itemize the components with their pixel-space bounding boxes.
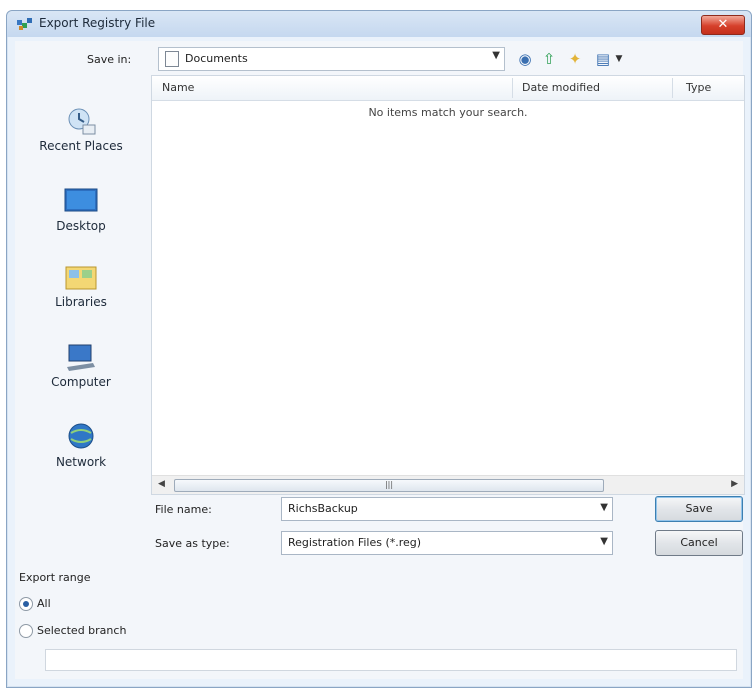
column-header-row: Name Date modified Type: [152, 76, 744, 101]
recent-places-icon: [68, 108, 96, 135]
view-menu-chevron-icon[interactable]: ▼: [609, 49, 629, 69]
title-bar[interactable]: Export Registry File ✕: [7, 11, 751, 37]
place-desktop[interactable]: Desktop: [15, 185, 147, 255]
column-date-modified[interactable]: Date modified: [522, 81, 600, 94]
save-in-value: Documents: [185, 52, 248, 65]
scrollbar-thumb[interactable]: |||: [174, 479, 604, 492]
horizontal-scrollbar[interactable]: ◀ ||| ▶: [152, 475, 744, 494]
export-registry-dialog: Export Registry File ✕ Save in: Document…: [6, 10, 752, 688]
place-network[interactable]: Network: [15, 421, 147, 491]
chevron-down-icon[interactable]: ▼: [600, 536, 608, 547]
save-in-label: Save in:: [87, 53, 132, 66]
place-label: Desktop: [56, 219, 106, 233]
selected-branch-field[interactable]: [45, 649, 737, 671]
place-recent-places[interactable]: Recent Places: [15, 105, 147, 175]
scroll-left-icon[interactable]: ◀: [158, 479, 165, 489]
file-name-value: RichsBackup: [288, 502, 358, 515]
close-icon: ✕: [717, 17, 729, 32]
save-in-row: Save in: Documents ▼ ◉ ⇧ ✦ ▤ ▼: [15, 45, 743, 73]
back-icon[interactable]: ◉: [515, 49, 535, 69]
column-name[interactable]: Name: [162, 81, 194, 94]
chevron-down-icon[interactable]: ▼: [600, 502, 608, 513]
place-label: Libraries: [55, 295, 107, 309]
network-icon: [68, 423, 94, 449]
cancel-button[interactable]: Cancel: [655, 530, 743, 556]
place-libraries[interactable]: Libraries: [15, 261, 147, 331]
place-label: Recent Places: [39, 139, 123, 153]
close-button[interactable]: ✕: [701, 15, 745, 35]
save-in-dropdown[interactable]: Documents ▼: [158, 47, 505, 71]
column-type[interactable]: Type: [686, 81, 711, 94]
window-title: Export Registry File: [39, 16, 156, 30]
save-as-type-dropdown[interactable]: Registration Files (*.reg) ▼: [281, 531, 613, 555]
place-label: Network: [55, 455, 107, 469]
save-as-type-value: Registration Files (*.reg): [288, 536, 422, 549]
scroll-right-icon[interactable]: ▶: [731, 479, 738, 489]
radio-selected-branch-label[interactable]: Selected branch: [37, 624, 126, 637]
dialog-client-area: Save in: Documents ▼ ◉ ⇧ ✦ ▤ ▼ Recent Pl…: [15, 41, 745, 679]
file-name-field[interactable]: RichsBackup ▼: [281, 497, 613, 521]
empty-message: No items match your search.: [368, 106, 528, 119]
file-list-pane[interactable]: Name Date modified Type No items match y…: [151, 75, 745, 495]
documents-folder-icon: [165, 51, 179, 67]
column-divider[interactable]: [512, 78, 513, 98]
registry-editor-icon: [17, 18, 32, 30]
radio-all[interactable]: [19, 597, 33, 611]
places-bar: Recent Places Desktop Libraries Computer…: [15, 75, 147, 505]
save-as-type-label: Save as type:: [155, 537, 230, 550]
place-computer[interactable]: Computer: [15, 341, 147, 411]
place-label: Computer: [51, 375, 111, 389]
computer-icon: [67, 344, 95, 371]
chevron-down-icon[interactable]: ▼: [492, 50, 500, 61]
column-divider[interactable]: [672, 78, 673, 98]
export-range-title: Export range: [19, 571, 91, 584]
libraries-icon: [65, 266, 97, 290]
radio-selected-branch[interactable]: [19, 624, 33, 638]
save-button[interactable]: Save: [655, 496, 743, 522]
file-name-label: File name:: [155, 503, 212, 516]
up-folder-icon[interactable]: ⇧: [539, 49, 559, 69]
new-folder-icon[interactable]: ✦: [565, 49, 585, 69]
radio-all-label[interactable]: All: [37, 597, 51, 610]
desktop-icon: [64, 188, 98, 212]
